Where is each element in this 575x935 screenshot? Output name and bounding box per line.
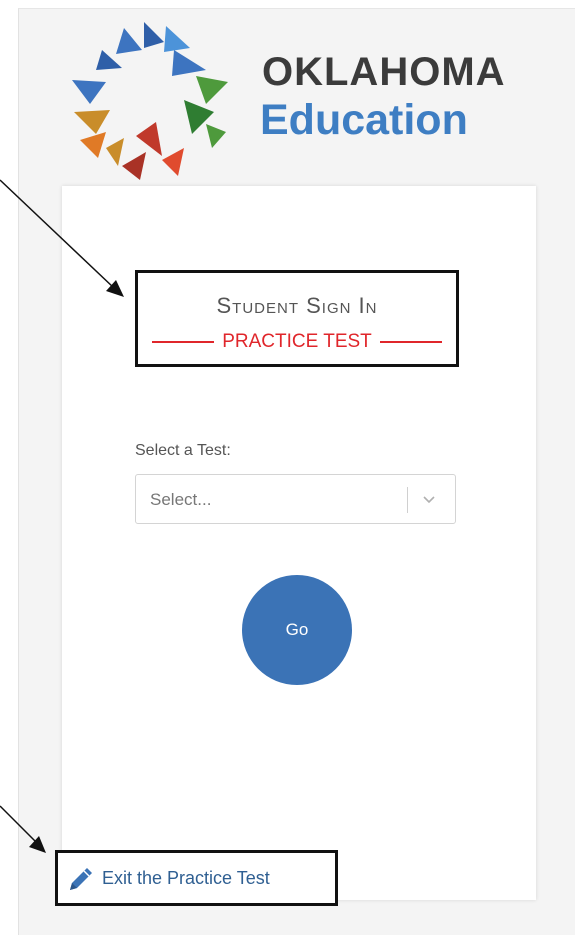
go-button[interactable]: Go bbox=[242, 575, 352, 685]
signin-title-highlight: Student Sign In PRACTICE TEST bbox=[135, 270, 459, 367]
exit-practice-test-link[interactable]: Exit the Practice Test bbox=[55, 850, 338, 906]
select-divider bbox=[407, 487, 408, 513]
brand-education: Education bbox=[260, 96, 468, 144]
test-select-dropdown[interactable]: Select... bbox=[135, 474, 456, 524]
exit-link-label: Exit the Practice Test bbox=[102, 868, 270, 888]
pencil-icon bbox=[70, 868, 92, 890]
page-title: Student Sign In bbox=[216, 293, 378, 318]
test-select-label: Select a Test: bbox=[135, 442, 231, 459]
oklahoma-star-logo bbox=[72, 22, 228, 180]
subtitle-rule-left bbox=[152, 341, 215, 343]
subtitle-rule-right bbox=[379, 341, 442, 343]
test-select-value: Select... bbox=[150, 490, 212, 509]
brand-oklahoma: OKLAHOMA bbox=[262, 50, 506, 94]
practice-test-subtitle: PRACTICE TEST bbox=[152, 331, 442, 353]
chevron-down-icon[interactable] bbox=[419, 492, 439, 508]
subtitle-text: PRACTICE TEST bbox=[222, 331, 372, 352]
